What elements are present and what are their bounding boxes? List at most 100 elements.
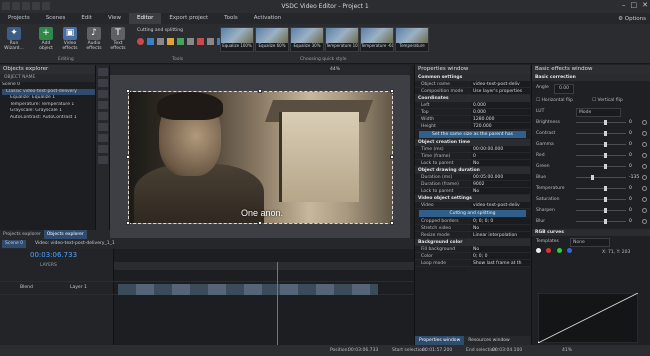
menu-view[interactable]: View xyxy=(100,13,129,24)
video-clip[interactable] xyxy=(118,284,378,295)
timeline-ruler[interactable] xyxy=(114,262,414,270)
reset-icon[interactable] xyxy=(642,208,647,213)
property-value[interactable]: 00:05:00.000 xyxy=(471,174,530,180)
green-channel-icon[interactable] xyxy=(556,248,562,253)
property-value[interactable]: No xyxy=(471,188,530,194)
common-settings-header[interactable]: Common settings xyxy=(415,74,530,81)
resize-handle[interactable] xyxy=(258,89,262,93)
open-icon[interactable] xyxy=(22,2,30,10)
object-name-column-header[interactable]: OBJECT NAME xyxy=(0,74,95,82)
property-value[interactable]: Show last frame at th xyxy=(471,260,530,266)
quick-style-temperature[interactable]: Temperature xyxy=(395,27,429,52)
tab-properties-window[interactable]: Properties window xyxy=(415,336,465,345)
playhead[interactable] xyxy=(277,262,278,346)
background-color-header[interactable]: Background color xyxy=(415,239,530,246)
property-value[interactable]: Linear interpolation xyxy=(471,232,530,238)
blue-channel-icon[interactable] xyxy=(567,248,573,253)
reset-icon[interactable] xyxy=(642,186,647,191)
property-value[interactable]: 0; 0; 0 xyxy=(471,253,530,259)
templates-select[interactable]: None xyxy=(570,238,610,247)
text-tool-icon[interactable] xyxy=(98,90,108,98)
horizontal-flip-checkbox[interactable]: ☐ Horizontal flip xyxy=(536,98,573,103)
video-effects-button[interactable]: ▣ Video effects xyxy=(59,27,81,51)
tab-objects-explorer[interactable]: Objects explorer xyxy=(43,230,87,239)
new-icon[interactable] xyxy=(12,2,20,10)
property-value[interactable]: 00:00:00.000 xyxy=(471,146,530,152)
reset-icon[interactable] xyxy=(642,153,647,158)
slider-knob[interactable] xyxy=(603,131,607,136)
slider-value[interactable]: 0 xyxy=(629,128,632,139)
stop-icon[interactable] xyxy=(197,38,204,45)
slider-value[interactable]: 0 xyxy=(629,194,632,205)
shape-tool-icon[interactable] xyxy=(98,101,108,109)
resize-handle[interactable] xyxy=(258,221,262,225)
menu-projects[interactable]: Projects xyxy=(0,13,38,24)
audio-tool-icon[interactable] xyxy=(98,134,108,142)
layers-icon[interactable] xyxy=(207,38,214,45)
slider-value[interactable]: 0 xyxy=(629,161,632,172)
save-icon[interactable] xyxy=(32,2,40,10)
menu-activation[interactable]: Activation xyxy=(246,13,290,24)
run-wizard-button[interactable]: ✦ Run Wizard... xyxy=(3,27,25,51)
image-tool-icon[interactable] xyxy=(98,112,108,120)
cutting-splitting-prop-button[interactable]: Cutting and splitting xyxy=(419,210,526,217)
rgb-curve-graph[interactable] xyxy=(538,293,638,343)
angle-input[interactable]: 0.00 xyxy=(554,84,575,94)
reset-icon[interactable] xyxy=(642,197,647,202)
property-value[interactable]: Use layer's properties xyxy=(471,88,530,94)
basic-correction-header[interactable]: Basic correction xyxy=(532,74,650,81)
trim-icon[interactable] xyxy=(177,38,184,45)
quick-style-equalize-60[interactable]: Equalize 60% xyxy=(255,27,289,52)
property-value[interactable]: video-text-post-deliv xyxy=(471,81,530,87)
slider-track[interactable] xyxy=(576,188,626,189)
slider-value[interactable]: 0 xyxy=(629,183,632,194)
quick-style-temperature-100[interactable]: Temperature 100% xyxy=(325,27,359,52)
tab-clip[interactable]: Video: video-text-post-delivery_1_1 xyxy=(32,240,118,248)
quick-style-temperature-minus60[interactable]: Temperature -60% xyxy=(360,27,394,52)
resize-handle[interactable] xyxy=(390,221,394,225)
tab-projects-explorer[interactable]: Projects explorer xyxy=(0,230,44,239)
property-value[interactable]: 9002 xyxy=(471,181,530,187)
red-channel-icon[interactable] xyxy=(546,248,552,253)
video-object-settings-header[interactable]: Video object settings xyxy=(415,195,530,202)
effects-tool-icon[interactable] xyxy=(98,156,108,164)
menu-scenes[interactable]: Scenes xyxy=(38,13,74,24)
menu-tools[interactable]: Tools xyxy=(216,13,246,24)
resize-handle[interactable] xyxy=(126,221,130,225)
menu-editor[interactable]: Editor xyxy=(129,13,162,24)
slider-track[interactable] xyxy=(576,155,626,156)
slider-knob[interactable] xyxy=(603,120,607,125)
property-value[interactable]: No xyxy=(471,225,530,231)
split-icon[interactable] xyxy=(167,38,174,45)
slider-value[interactable]: 0 xyxy=(629,216,632,227)
undo-icon[interactable] xyxy=(42,2,50,10)
reset-icon[interactable] xyxy=(642,131,647,136)
menu-edit[interactable]: Edit xyxy=(73,13,100,24)
reset-icon[interactable] xyxy=(642,120,647,125)
reset-icon[interactable] xyxy=(642,164,647,169)
minimize-icon[interactable]: – xyxy=(622,1,626,9)
hand-tool-icon[interactable] xyxy=(98,79,108,87)
property-value[interactable]: 0; 0; 0; 0 xyxy=(471,218,530,224)
slider-track[interactable] xyxy=(576,199,626,200)
maximize-icon[interactable]: □ xyxy=(631,1,638,9)
slider-value[interactable]: -135 xyxy=(629,172,639,183)
slider-track[interactable] xyxy=(576,210,626,211)
zoom-select[interactable]: 44% xyxy=(330,67,340,72)
tab-scene[interactable]: Scene 0 xyxy=(2,240,27,248)
align-icon[interactable] xyxy=(187,38,194,45)
quick-style-equalize-30[interactable]: Equalize 30% xyxy=(290,27,324,52)
slider-value[interactable]: 0 xyxy=(629,150,632,161)
cutting-splitting-button[interactable]: Cutting and splitting xyxy=(137,28,183,33)
property-value[interactable]: 0.000 xyxy=(471,102,530,108)
property-value[interactable]: No xyxy=(471,246,530,252)
video-tool-icon[interactable] xyxy=(98,123,108,131)
slider-track[interactable] xyxy=(576,122,626,123)
rgb-curves-header[interactable]: RGB curves xyxy=(532,229,650,236)
reset-icon[interactable] xyxy=(642,175,647,180)
lut-select[interactable]: Mode xyxy=(576,108,621,117)
slider-value[interactable]: 0 xyxy=(629,139,632,150)
resize-handle[interactable] xyxy=(390,155,394,159)
pointer-tool-icon[interactable] xyxy=(98,68,108,76)
resize-handle[interactable] xyxy=(390,89,394,93)
